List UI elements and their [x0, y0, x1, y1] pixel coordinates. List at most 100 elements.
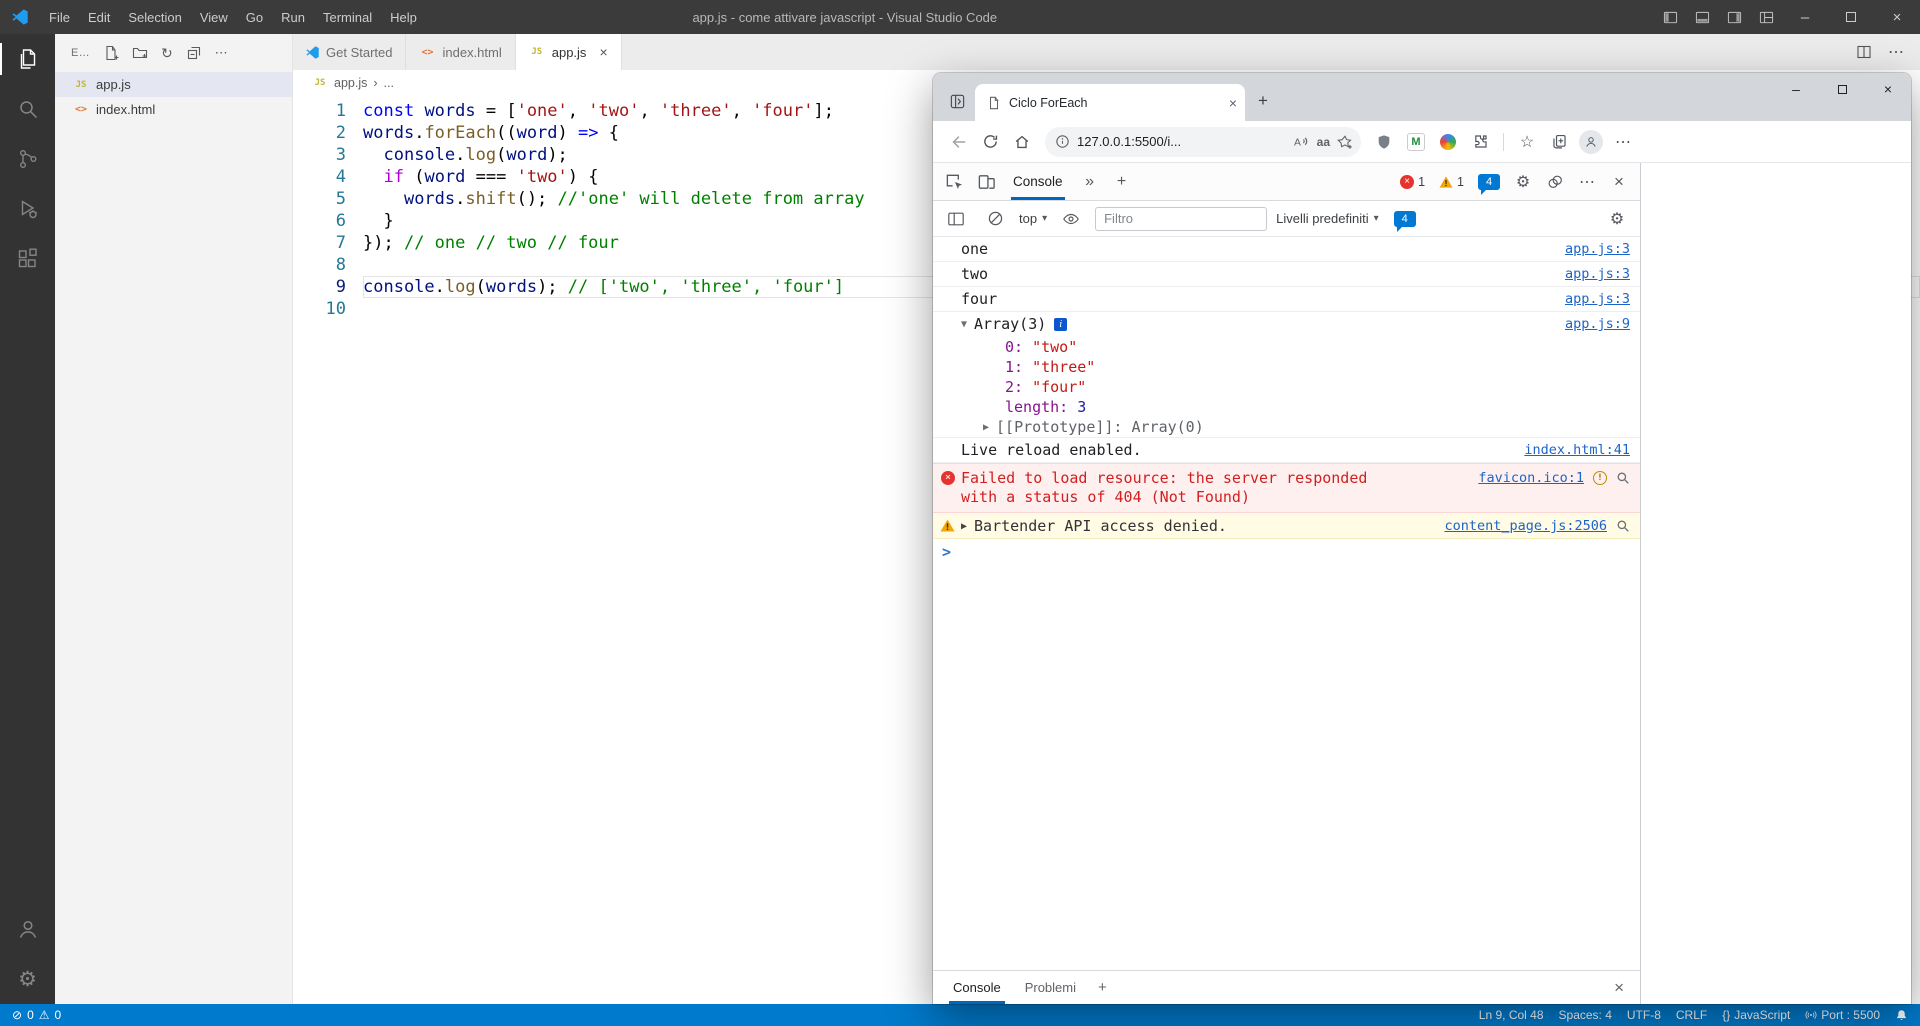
menu-item-file[interactable]: File — [40, 0, 79, 34]
extension-icon-1[interactable] — [1369, 127, 1399, 157]
menu-item-selection[interactable]: Selection — [119, 0, 190, 34]
browser-menu-icon[interactable]: ⋯ — [1608, 127, 1638, 157]
console-array-prop[interactable]: 0: "two" — [933, 337, 1640, 357]
add-favorite-icon[interactable] — [1337, 134, 1353, 150]
breadcrumb-symbol[interactable]: ... — [384, 76, 394, 90]
breadcrumb-file[interactable]: app.js — [334, 76, 367, 90]
immersive-reader-icon[interactable]: aa — [1317, 135, 1330, 149]
toggle-secondary-sidebar-icon[interactable] — [1718, 0, 1750, 34]
search-activity-icon[interactable] — [0, 84, 55, 134]
extension-icon-2[interactable] — [1433, 127, 1463, 157]
edge-close-button[interactable]: × — [1865, 73, 1911, 105]
edge-maximize-button[interactable] — [1819, 73, 1865, 105]
editor-tab-app.js[interactable]: JSapp.js× — [516, 34, 622, 70]
caret-collapsed-icon[interactable]: ▶ — [983, 418, 989, 437]
more-tabs-icon[interactable]: » — [1075, 167, 1105, 197]
devtools-close-icon[interactable]: × — [1604, 167, 1634, 197]
browser-tab[interactable]: Ciclo ForEach × — [975, 84, 1245, 121]
extensions-puzzle-icon[interactable] — [1465, 127, 1495, 157]
console-array-prop[interactable]: ▶[[Prototype]]: Array(0) — [933, 417, 1640, 437]
editor-tab-get-started[interactable]: Get Started — [293, 34, 406, 70]
new-tab-icon[interactable]: + — [1249, 87, 1277, 115]
tab-close-icon[interactable]: × — [599, 44, 607, 60]
menu-item-view[interactable]: View — [191, 0, 237, 34]
source-control-activity-icon[interactable] — [0, 134, 55, 184]
notifications-bell-icon[interactable] — [1895, 1009, 1908, 1022]
issues-counter-icon[interactable]: 4 — [1478, 174, 1500, 190]
url-text[interactable]: 127.0.0.1:5500/i... — [1077, 134, 1286, 149]
menu-item-run[interactable]: Run — [272, 0, 314, 34]
refresh-explorer-icon[interactable]: ↻ — [161, 45, 173, 62]
run-debug-activity-icon[interactable] — [0, 184, 55, 234]
explorer-more-icon[interactable]: ⋯ — [215, 45, 228, 61]
extension-icon-m[interactable]: M — [1401, 127, 1431, 157]
file-item-app.js[interactable]: JSapp.js — [55, 72, 292, 97]
drawer-more-tools-icon[interactable]: + — [1088, 979, 1117, 996]
more-tools-icon[interactable]: + — [1107, 167, 1137, 197]
language-mode[interactable]: {} JavaScript — [1722, 1008, 1790, 1022]
back-icon[interactable] — [943, 127, 973, 157]
drawer-close-icon[interactable]: × — [1614, 978, 1632, 998]
console-prompt[interactable]: > — [933, 539, 1640, 564]
drawer-tab-console[interactable]: Console — [941, 971, 1013, 1004]
editor-tab-index.html[interactable]: <>index.html — [406, 34, 515, 70]
console-array-prop[interactable]: 1: "three" — [933, 357, 1640, 377]
context-selector[interactable]: top ▾ — [1019, 211, 1047, 226]
page-viewport[interactable] — [1641, 163, 1911, 1004]
menu-item-edit[interactable]: Edit — [79, 0, 119, 34]
maximize-button[interactable] — [1828, 0, 1874, 34]
drawer-tab-problemi[interactable]: Problemi — [1013, 971, 1088, 1004]
customize-layout-icon[interactable] — [1750, 0, 1782, 34]
favorites-icon[interactable]: ☆ — [1512, 127, 1542, 157]
device-toolbar-icon[interactable] — [971, 167, 1001, 197]
tab-close-icon[interactable]: × — [1229, 95, 1237, 111]
error-badge[interactable]: × 1 — [1394, 175, 1431, 189]
toggle-sidebar-icon[interactable] — [1654, 0, 1686, 34]
inspect-element-icon[interactable] — [939, 167, 969, 197]
log-levels-selector[interactable]: Livelli predefiniti ▾ — [1276, 211, 1379, 226]
status-item[interactable]: Spaces: 4 — [1559, 1008, 1612, 1022]
console-source-link[interactable]: favicon.ico:1 — [1478, 469, 1584, 488]
menu-item-help[interactable]: Help — [381, 0, 426, 34]
extensions-activity-icon[interactable] — [0, 234, 55, 284]
file-item-index.html[interactable]: <>index.html — [55, 97, 292, 122]
console-sidebar-icon[interactable] — [941, 204, 971, 234]
console-issues-counter-icon[interactable]: 4 — [1394, 211, 1416, 227]
status-item[interactable]: UTF-8 — [1627, 1008, 1661, 1022]
problems-status[interactable]: ⊘ 0 ⚠ 0 — [12, 1008, 61, 1022]
console-array-prop[interactable]: 2: "four" — [933, 377, 1640, 397]
clear-console-icon[interactable] — [980, 204, 1010, 234]
console-warning-row[interactable]: ▶Bartender API access denied.content_pag… — [933, 513, 1640, 539]
caret-collapsed-icon[interactable]: ▶ — [961, 517, 967, 536]
site-info-icon[interactable] — [1055, 134, 1070, 149]
console-source-link[interactable]: app.js:3 — [1565, 240, 1630, 259]
refresh-icon[interactable] — [975, 127, 1005, 157]
collapse-folders-icon[interactable] — [186, 45, 202, 61]
status-item[interactable]: CRLF — [1676, 1008, 1707, 1022]
search-resource-icon[interactable] — [1616, 519, 1630, 533]
devtools-tab-console[interactable]: Console — [1003, 163, 1073, 200]
open-issue-icon[interactable]: ! — [1593, 471, 1607, 485]
warning-badge[interactable]: 1 — [1433, 175, 1470, 189]
close-button[interactable]: × — [1874, 0, 1920, 34]
console-source-link[interactable]: index.html:41 — [1524, 441, 1630, 460]
devtools-misc-icon[interactable] — [1540, 167, 1570, 197]
menu-item-go[interactable]: Go — [237, 0, 272, 34]
status-item[interactable]: Ln 9, Col 48 — [1479, 1008, 1544, 1022]
console-settings-gear-icon[interactable]: ⚙ — [1602, 204, 1632, 234]
console-source-link[interactable]: app.js:9 — [1565, 315, 1630, 334]
console-array-row[interactable]: ▼Array(3)iapp.js:9 — [933, 312, 1640, 337]
minimize-button[interactable]: – — [1782, 0, 1828, 34]
console-filter-input[interactable] — [1095, 207, 1267, 231]
devtools-settings-gear-icon[interactable]: ⚙ — [1508, 167, 1538, 197]
menu-item-terminal[interactable]: Terminal — [314, 0, 381, 34]
profile-avatar[interactable] — [1576, 127, 1606, 157]
console-source-link[interactable]: content_page.js:2506 — [1444, 517, 1607, 536]
devtools-menu-icon[interactable]: ⋯ — [1572, 167, 1602, 197]
editor-more-icon[interactable]: ⋯ — [1888, 42, 1904, 62]
collections-icon[interactable] — [1544, 127, 1574, 157]
console-source-link[interactable]: app.js:3 — [1565, 290, 1630, 309]
new-file-icon[interactable] — [103, 45, 119, 61]
search-resource-icon[interactable] — [1616, 471, 1630, 485]
edge-minimize-button[interactable]: – — [1773, 73, 1819, 105]
